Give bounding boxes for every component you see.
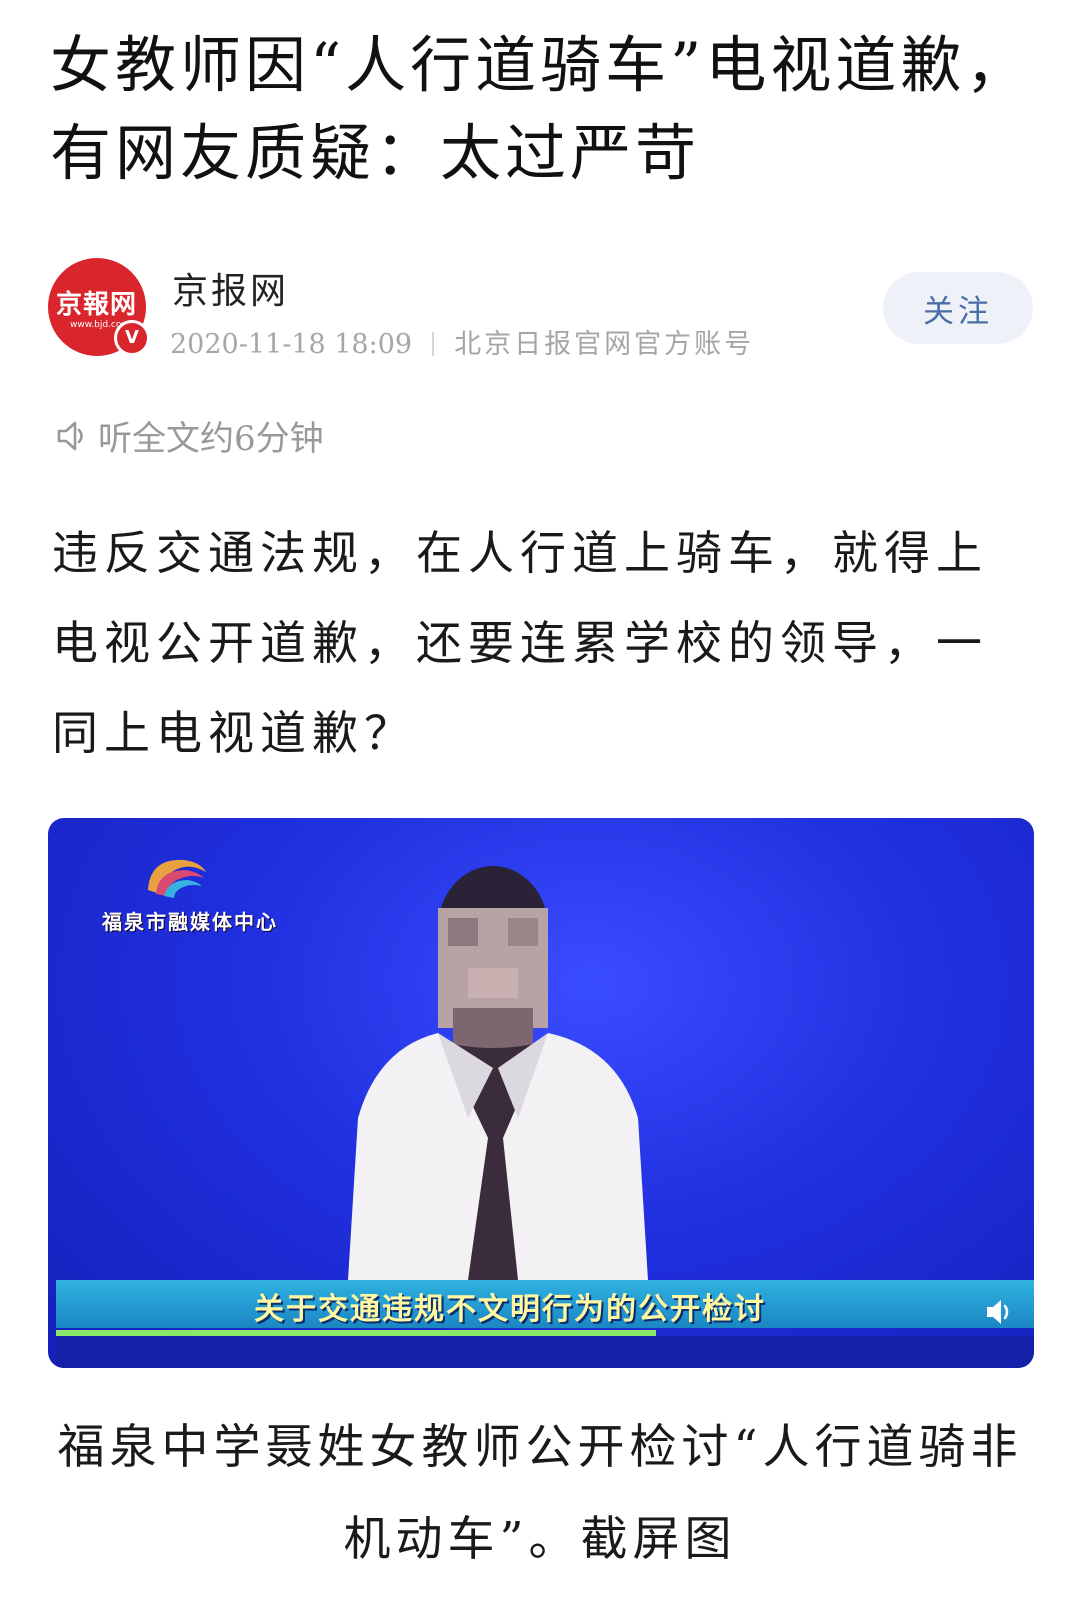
image-caption: 福泉中学聂姓女教师公开检讨“人行道骑非机动车”。截屏图 [57,1420,1023,1567]
author-name[interactable]: 京报网 [172,262,289,314]
speaker-icon [57,421,83,450]
publish-time: 2020-11-18 18:09 [170,329,413,360]
meta-divider [432,332,435,356]
lower-bar [56,1336,1034,1368]
listen-label: 听全文约6分钟 [98,419,324,459]
article-paragraph: 违反交通法规，在人行道上骑车，就得上电视公开道歉，还要连累学校的领导，一同上电视… [52,526,988,760]
author-description: 北京日报官网官方账号 [454,329,755,360]
author-meta: 2020-11-18 18:09 北京日报官网官方账号 [170,322,754,361]
follow-button[interactable]: 关注 [883,272,1033,344]
news-video-screenshot[interactable]: 福泉市融媒体中心 关于交通违规不文明行为的公开检讨 [48,818,1034,1368]
article-title: 女教师因“人行道骑车”电视道歉，有网友质疑：太过严苛 [50,30,1031,189]
listen-article-button[interactable]: 听全文约6分钟 [54,411,324,460]
author-avatar[interactable]: 京報网 www.bjd.com V [48,258,150,356]
verified-badge-icon: V [114,320,150,356]
avatar-logo-text: 京報网 [56,290,138,320]
ticker-text: 关于交通违规不文明行为的公开检讨 [254,1292,766,1327]
volume-icon[interactable] [984,1298,1016,1326]
